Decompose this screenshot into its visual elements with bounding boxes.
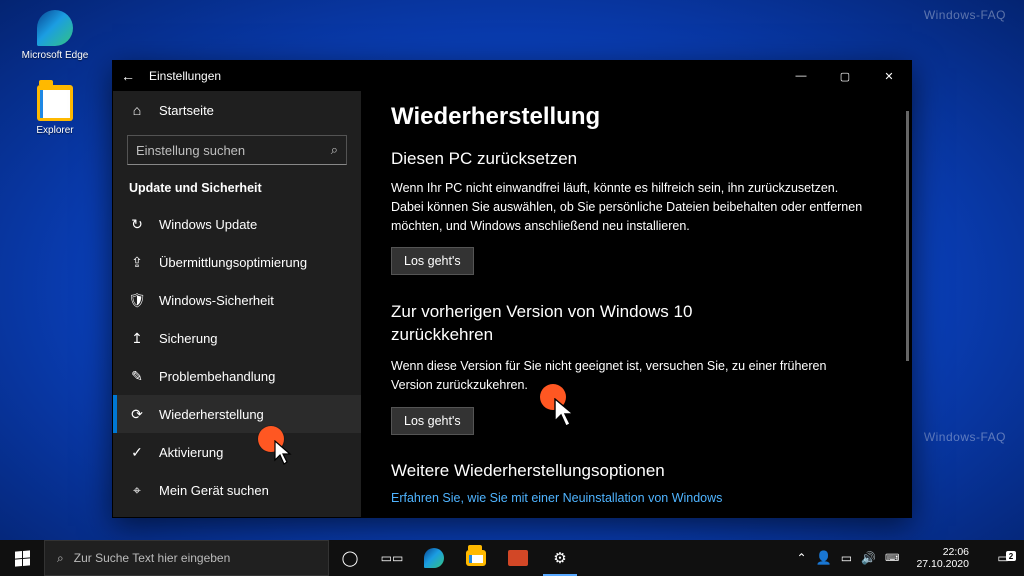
section-body-reset: Wenn Ihr PC nicht einwandfrei läuft, kön… xyxy=(391,179,871,235)
content-pane: Wiederherstellung Diesen PC zurücksetzen… xyxy=(361,91,911,517)
circle-icon: ◯ xyxy=(342,549,359,567)
sidebar-item-label: Mein Gerät suchen xyxy=(159,483,269,498)
backup-icon: ↥ xyxy=(129,330,145,346)
taskbar-search-placeholder: Zur Suche Text hier eingeben xyxy=(74,551,231,565)
volume-icon[interactable]: 🔊 xyxy=(861,551,876,565)
go-back-button[interactable]: Los geht's xyxy=(391,407,474,435)
scrollbar[interactable] xyxy=(906,111,909,361)
sidebar-item-windows-security[interactable]: 🛡 Windows-Sicherheit xyxy=(113,281,361,319)
sidebar-item-label: Sicherung xyxy=(159,331,218,346)
sidebar-item-label: Problembehandlung xyxy=(159,369,275,384)
section-title-more: Weitere Wiederherstellungsoptionen xyxy=(391,461,875,481)
explorer-icon xyxy=(37,85,73,121)
sidebar-item-label: Windows Update xyxy=(159,217,257,232)
taskbar-search-input[interactable]: ⌕ Zur Suche Text hier eingeben xyxy=(44,540,329,576)
wrench-icon: ✎ xyxy=(129,368,145,384)
desktop-icon-explorer[interactable]: Explorer xyxy=(20,85,90,136)
search-placeholder: Einstellung suchen xyxy=(136,143,331,158)
search-input[interactable]: Einstellung suchen ⌕ xyxy=(127,135,347,165)
sidebar-item-label: Windows-Sicherheit xyxy=(159,293,274,308)
sidebar-item-windows-update[interactable]: ↻ Windows Update xyxy=(113,205,361,243)
network-icon[interactable]: ▭ xyxy=(841,551,852,565)
annotation-highlight xyxy=(258,426,284,452)
taskbar-app-edge[interactable] xyxy=(413,540,455,576)
check-icon: ✓ xyxy=(129,444,145,460)
gear-icon: ⚙ xyxy=(553,549,566,567)
sidebar-home-label: Startseite xyxy=(159,103,214,118)
clock-date: 27.10.2020 xyxy=(916,558,969,570)
desktop-icon-edge[interactable]: Microsoft Edge xyxy=(20,10,90,61)
sidebar-item-recovery[interactable]: ⟳ Wiederherstellung xyxy=(113,395,361,433)
annotation-highlight xyxy=(540,384,566,410)
page-title: Wiederherstellung xyxy=(391,103,875,131)
minimize-button[interactable]: — xyxy=(779,61,823,91)
window-title: Einstellungen xyxy=(143,69,779,83)
app-icon xyxy=(508,550,528,566)
maximize-button[interactable]: ▢ xyxy=(823,61,867,91)
titlebar: ← Einstellungen — ▢ ✕ xyxy=(113,61,911,91)
reset-pc-button[interactable]: Los geht's xyxy=(391,247,474,275)
sidebar-item-find-my-device[interactable]: ⌖ Mein Gerät suchen xyxy=(113,471,361,509)
taskbar-app-generic[interactable] xyxy=(497,540,539,576)
system-tray: ⌃ 👤 ▭ 🔊 ⌨ 22:06 27.10.2020 ▭ 2 xyxy=(792,540,1024,576)
sidebar-item-activation[interactable]: ✓ Aktivierung xyxy=(113,433,361,471)
sidebar-item-label: Übermittlungsoptimierung xyxy=(159,255,307,270)
clock[interactable]: 22:06 27.10.2020 xyxy=(908,546,977,570)
desktop-icon-label: Explorer xyxy=(20,125,90,136)
more-recovery-link[interactable]: Erfahren Sie, wie Sie mit einer Neuinsta… xyxy=(391,491,875,505)
people-icon[interactable]: 👤 xyxy=(816,550,832,566)
desktop-icon-label: Microsoft Edge xyxy=(20,50,90,61)
sidebar-item-troubleshoot[interactable]: ✎ Problembehandlung xyxy=(113,357,361,395)
refresh-icon: ↻ xyxy=(129,216,145,232)
upload-icon: ⇪ xyxy=(129,254,145,270)
taskbar: ⌕ Zur Suche Text hier eingeben ◯ ▭▭ ⚙ ⌃ … xyxy=(0,540,1024,576)
cortana-button[interactable]: ◯ xyxy=(329,540,371,576)
section-title-goback: Zur vorherigen Version von Windows 10 zu… xyxy=(391,301,771,347)
watermark: Windows-FAQ xyxy=(924,430,1006,444)
sidebar-item-delivery-optimization[interactable]: ⇪ Übermittlungsoptimierung xyxy=(113,243,361,281)
sidebar-item-label: Wiederherstellung xyxy=(159,407,264,422)
locate-icon: ⌖ xyxy=(129,482,145,498)
sidebar-item-backup[interactable]: ↥ Sicherung xyxy=(113,319,361,357)
sidebar-section-title: Update und Sicherheit xyxy=(113,169,361,205)
watermark: Windows-FAQ xyxy=(924,8,1006,22)
edge-icon xyxy=(424,548,444,568)
taskbar-app-explorer[interactable] xyxy=(455,540,497,576)
sidebar-item-label: Aktivierung xyxy=(159,445,223,460)
clock-time: 22:06 xyxy=(916,546,969,558)
windows-icon xyxy=(15,550,30,566)
taskview-icon: ▭▭ xyxy=(381,551,404,565)
search-icon: ⌕ xyxy=(331,142,338,158)
back-button[interactable]: ← xyxy=(113,68,143,84)
action-center-button[interactable]: ▭ 2 xyxy=(986,551,1020,565)
settings-window: ← Einstellungen — ▢ ✕ ⌂ Startseite Einst… xyxy=(112,60,912,518)
start-button[interactable] xyxy=(0,540,44,576)
section-body-goback: Wenn diese Version für Sie nicht geeigne… xyxy=(391,357,871,395)
close-button[interactable]: ✕ xyxy=(867,61,911,91)
notification-badge: 2 xyxy=(1006,551,1016,561)
explorer-icon xyxy=(466,550,486,566)
recovery-icon: ⟳ xyxy=(129,406,145,422)
tray-chevron-icon[interactable]: ⌃ xyxy=(796,551,806,565)
home-icon: ⌂ xyxy=(129,102,145,118)
sidebar: ⌂ Startseite Einstellung suchen ⌕ Update… xyxy=(113,91,361,517)
sidebar-home[interactable]: ⌂ Startseite xyxy=(113,91,361,129)
section-title-reset: Diesen PC zurücksetzen xyxy=(391,149,875,169)
shield-icon: 🛡 xyxy=(129,292,145,308)
taskbar-app-settings[interactable]: ⚙ xyxy=(539,540,581,576)
edge-icon xyxy=(37,10,73,46)
search-icon: ⌕ xyxy=(57,551,64,566)
task-view-button[interactable]: ▭▭ xyxy=(371,540,413,576)
language-indicator[interactable]: ⌨ xyxy=(885,553,899,564)
